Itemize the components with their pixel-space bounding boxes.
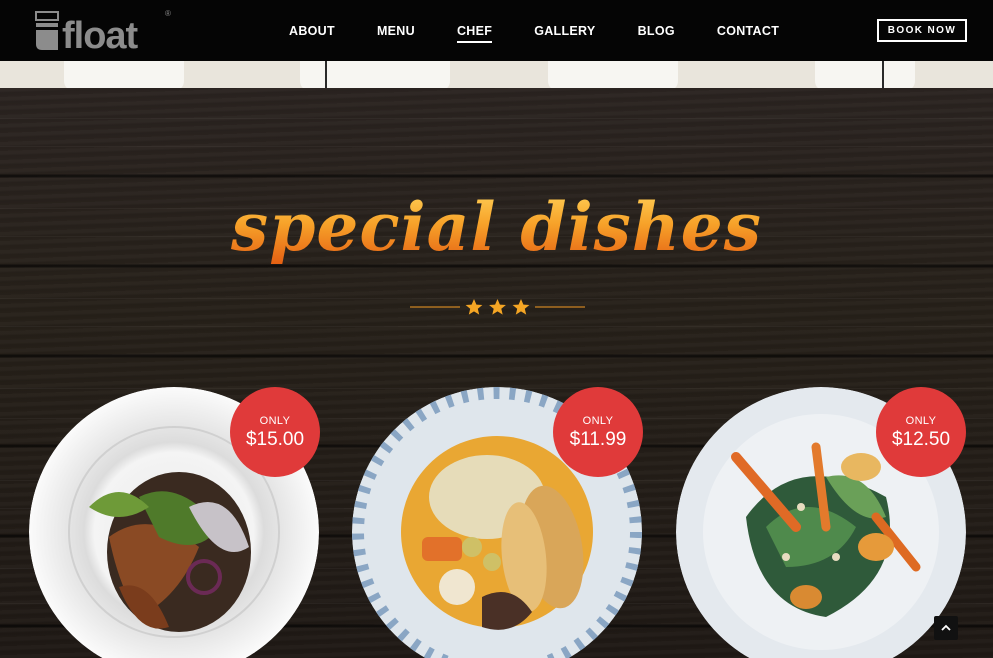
- chef-photo-strip: [0, 61, 993, 88]
- nav-item-blog[interactable]: BLOG: [638, 24, 675, 38]
- nav-item-menu[interactable]: MENU: [377, 24, 415, 38]
- top-navbar: float ® ABOUT MENU CHEF GALLERY BLOG CON…: [0, 0, 993, 61]
- svg-text:®: ®: [165, 9, 171, 18]
- price-value: $12.50: [891, 429, 951, 450]
- price-only-label: ONLY: [905, 415, 937, 427]
- nav-item-gallery[interactable]: GALLERY: [534, 24, 595, 38]
- nav-item-about[interactable]: ABOUT: [289, 24, 335, 38]
- star-icon: [465, 299, 530, 315]
- book-now-button[interactable]: BOOK NOW: [877, 19, 967, 42]
- price-only-label: ONLY: [582, 415, 614, 427]
- svg-text:float: float: [62, 15, 139, 54]
- section-title: special dishes: [0, 188, 993, 266]
- special-dishes-section: special dishes ONLY $15.00 ONLY $11.99 O…: [0, 88, 993, 658]
- nav-item-chef[interactable]: CHEF: [456, 24, 493, 43]
- price-badge-2: ONLY $11.99: [553, 387, 643, 477]
- nav-item-contact[interactable]: CONTACT: [717, 24, 779, 38]
- stars-divider: [410, 299, 585, 315]
- chevron-up-icon: [941, 624, 951, 631]
- float-logo-icon: float ®: [35, 9, 171, 57]
- price-badge-3: ONLY $12.50: [876, 387, 966, 477]
- price-only-label: ONLY: [259, 415, 291, 427]
- scroll-to-top-button[interactable]: [934, 616, 958, 640]
- price-value: $11.99: [569, 429, 627, 450]
- main-nav: ABOUT MENU CHEF GALLERY BLOG CONTACT: [268, 0, 800, 61]
- price-value: $15.00: [245, 429, 305, 450]
- price-badge-1: ONLY $15.00: [230, 387, 320, 477]
- brand-logo[interactable]: float ®: [34, 8, 174, 57]
